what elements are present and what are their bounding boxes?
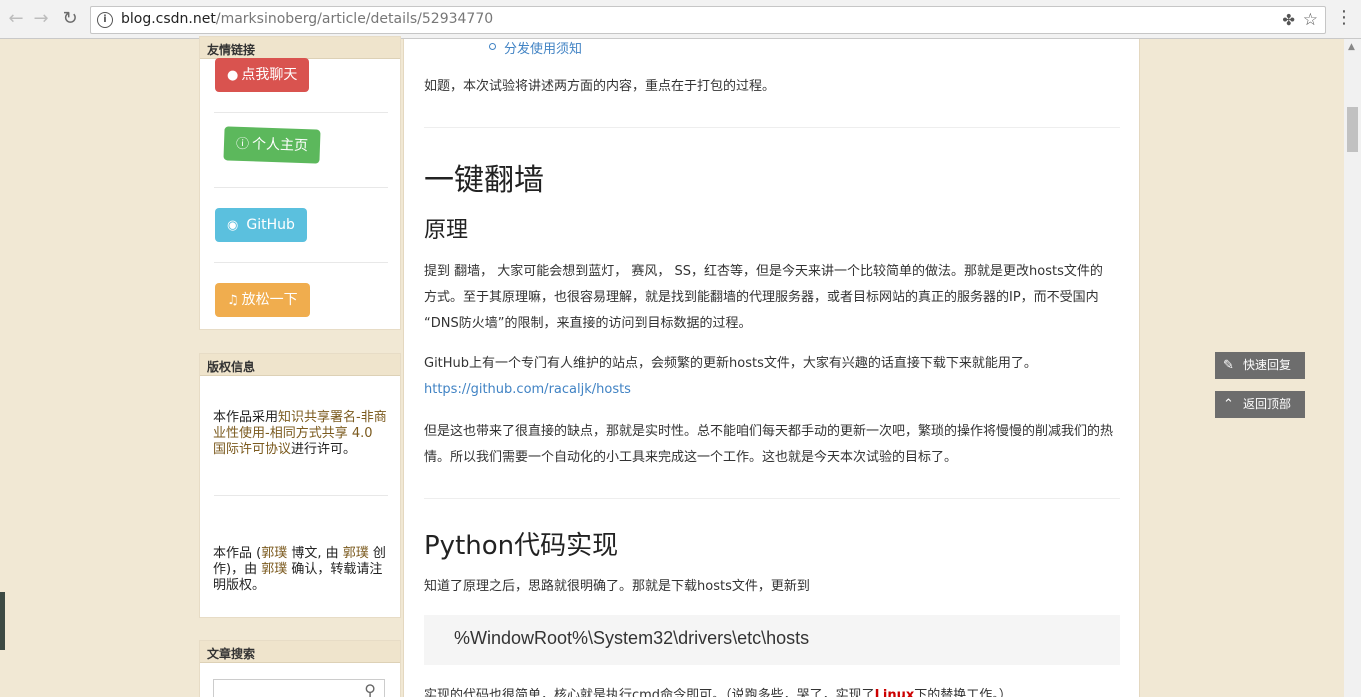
author-link[interactable]: 郭璞 [343, 546, 369, 561]
article-content: 分发使用须知 如题，本次试验将讲述两方面的内容，重点在于打包的过程。 一键翻墙 … [403, 39, 1140, 697]
links-title: 友情链接 [200, 37, 400, 59]
scroll-up-arrow-icon[interactable]: ▲ [1348, 42, 1355, 52]
chat-label: 点我聊天 [241, 67, 298, 83]
toc-link[interactable]: 分发使用须知 [488, 39, 582, 57]
divider [214, 112, 388, 113]
author-link[interactable]: 郭璞 [261, 562, 287, 577]
star-icon[interactable]: ☆ [1303, 10, 1318, 30]
attr-part: 博文, 由 [287, 546, 343, 561]
attr-part: 本作品 ( [213, 546, 262, 561]
scroll-thumb[interactable] [1347, 107, 1358, 152]
divider [214, 262, 388, 263]
github-label: GitHub [246, 217, 295, 233]
paragraph-impl: 实现的代码也很简单，核心就是执行cmd命令即可。（说跑多些，哭了，实现了Linu… [424, 683, 1114, 697]
paragraph-principle: 提到 翻墙， 大家可能会想到蓝灯， 赛风， SS，红杏等，但是今天来讲一个比较简… [424, 264, 1103, 331]
homepage-button[interactable]: ⓘ 个人主页 [223, 126, 321, 164]
globe-icon: ◉ [227, 218, 239, 233]
copyright-title: 版权信息 [200, 354, 400, 376]
impl-text: 实现的代码也很简单，核心就是执行cmd命令即可。（说跑多些，哭了，实现了 [424, 688, 875, 697]
linux-link[interactable]: Linux [875, 688, 915, 697]
chevron-up-icon: ⌃ [1223, 397, 1234, 412]
github-hosts-link[interactable]: https://github.com/racaljk/hosts [424, 382, 631, 397]
forward-arrow-icon[interactable]: → [29, 7, 53, 31]
license-pre: 本作品采用 [213, 410, 279, 425]
divider [424, 127, 1120, 128]
back-to-top-button[interactable]: ⌃ 返回顶部 [1215, 391, 1305, 418]
heading-python: Python代码实现 [424, 531, 619, 561]
side-tab[interactable] [0, 592, 5, 650]
license-text: 本作品采用知识共享署名-非商业性使用-相同方式共享 4.0 国际许可协议进行许可… [213, 410, 389, 458]
menu-icon[interactable]: ⋮ [1335, 8, 1353, 28]
paragraph-drawback: 但是这也带来了很直接的缺点，那就是实时性。总不能咱们每天都手动的更新一次吧，繁琐… [424, 424, 1114, 465]
url-host: blog.csdn.net [121, 11, 216, 27]
search-widget: 文章搜索 ⚲ [199, 640, 401, 697]
author-link[interactable]: 郭璞 [261, 546, 287, 561]
intro-paragraph: 如题，本次试验将讲述两方面的内容，重点在于打包的过程。 [424, 79, 776, 94]
homepage-label: 个人主页 [251, 136, 309, 155]
divider [214, 495, 388, 496]
quick-reply-button[interactable]: ✎ 快速回复 [1215, 352, 1305, 379]
impl-text-end: 下的替换工作。） [914, 688, 1012, 697]
scrollbar[interactable]: ▲ [1344, 39, 1361, 697]
back-arrow-icon[interactable]: ← [4, 7, 28, 31]
heading-vpn: 一键翻墙 [424, 163, 544, 198]
attribution-text: 本作品 (郭璞 博文, 由 郭璞 创作)，由 郭璞 确认，转载请注明版权。 [213, 546, 389, 594]
reload-icon[interactable]: ↻ [58, 7, 82, 31]
paragraph-idea: 知道了原理之后，思路就很明确了。那就是下载hosts文件，更新到 [424, 579, 810, 594]
info-icon[interactable]: i [97, 12, 113, 28]
relax-button[interactable]: ♫ 放松一下 [215, 283, 310, 317]
url-path: /marksinoberg/article/details/52934770 [215, 11, 494, 27]
user-icon: ● [227, 68, 239, 83]
headphones-icon: ♫ [227, 293, 239, 308]
github-text: GitHub上有一个专门有人维护的站点，会频繁的更新hosts文件，大家有兴趣的… [424, 356, 1037, 371]
heading-principle: 原理 [424, 218, 469, 243]
search-input[interactable]: ⚲ [213, 679, 385, 697]
relax-label: 放松一下 [241, 292, 298, 308]
url-text[interactable]: blog.csdn.net/marksinoberg/article/detai… [121, 11, 493, 27]
license-post: 进行许可。 [291, 442, 357, 457]
paragraph-github: GitHub上有一个专门有人维护的站点，会频繁的更新hosts文件，大家有兴趣的… [424, 351, 1064, 403]
github-button[interactable]: ◉ GitHub [215, 208, 307, 242]
back-to-top-label: 返回顶部 [1243, 397, 1292, 411]
code-block: %WindowRoot%\System32\drivers\etc\hosts [424, 615, 1120, 665]
address-bar[interactable]: i blog.csdn.net/marksinoberg/article/det… [90, 6, 1326, 34]
info-circle-icon: ⓘ [235, 136, 250, 153]
extension-icon[interactable]: ✤ [1282, 11, 1295, 29]
quick-reply-label: 快速回复 [1243, 358, 1292, 372]
search-icon[interactable]: ⚲ [364, 681, 376, 697]
divider [214, 187, 388, 188]
copyright-widget: 版权信息 本作品采用知识共享署名-非商业性使用-相同方式共享 4.0 国际许可协… [199, 353, 401, 618]
search-title: 文章搜索 [200, 641, 400, 663]
pencil-icon: ✎ [1223, 358, 1234, 373]
browser-toolbar: ← → ↻ i blog.csdn.net/marksinoberg/artic… [0, 0, 1361, 39]
chat-button[interactable]: ● 点我聊天 [215, 58, 310, 92]
links-widget: 友情链接 ● 点我聊天 ⓘ 个人主页 ◉ GitHub ♫ 放松一下 [199, 36, 401, 330]
divider [424, 498, 1120, 499]
